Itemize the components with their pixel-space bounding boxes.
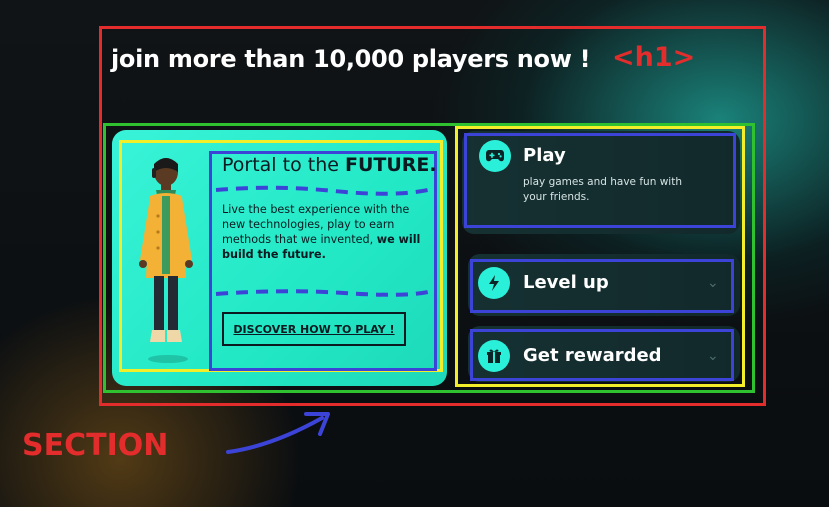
h1-tag-annotation: <h1>: [612, 42, 696, 73]
promo-text: Live the best experience with the new te…: [222, 202, 426, 262]
chevron-down-icon[interactable]: ⌄: [707, 275, 719, 291]
promo-title: Portal to the FUTURE.: [222, 154, 437, 176]
section-annotation: SECTION: [22, 428, 169, 463]
chevron-down-icon[interactable]: ⌄: [707, 348, 719, 364]
page-heading: join more than 10,000 players now !: [111, 45, 591, 73]
level-up-title: Level up: [523, 272, 609, 293]
promo-title-bold: FUTURE.: [344, 154, 437, 176]
dashed-divider-top: [215, 185, 429, 196]
play-title: Play: [523, 145, 566, 166]
discover-how-to-play-button[interactable]: DISCOVER HOW TO PLAY !: [222, 312, 406, 346]
annotation-arrow: [226, 412, 330, 454]
promo-title-prefix: Portal to the: [222, 154, 345, 176]
get-rewarded-title: Get rewarded: [523, 345, 662, 366]
gamepad-icon: [479, 140, 511, 172]
gift-icon: [478, 340, 510, 372]
play-description: play games and have fun with your friend…: [523, 176, 682, 203]
dashed-divider-bottom: [215, 289, 429, 297]
character-illustration: [139, 158, 193, 363]
lightning-icon: [478, 267, 510, 299]
